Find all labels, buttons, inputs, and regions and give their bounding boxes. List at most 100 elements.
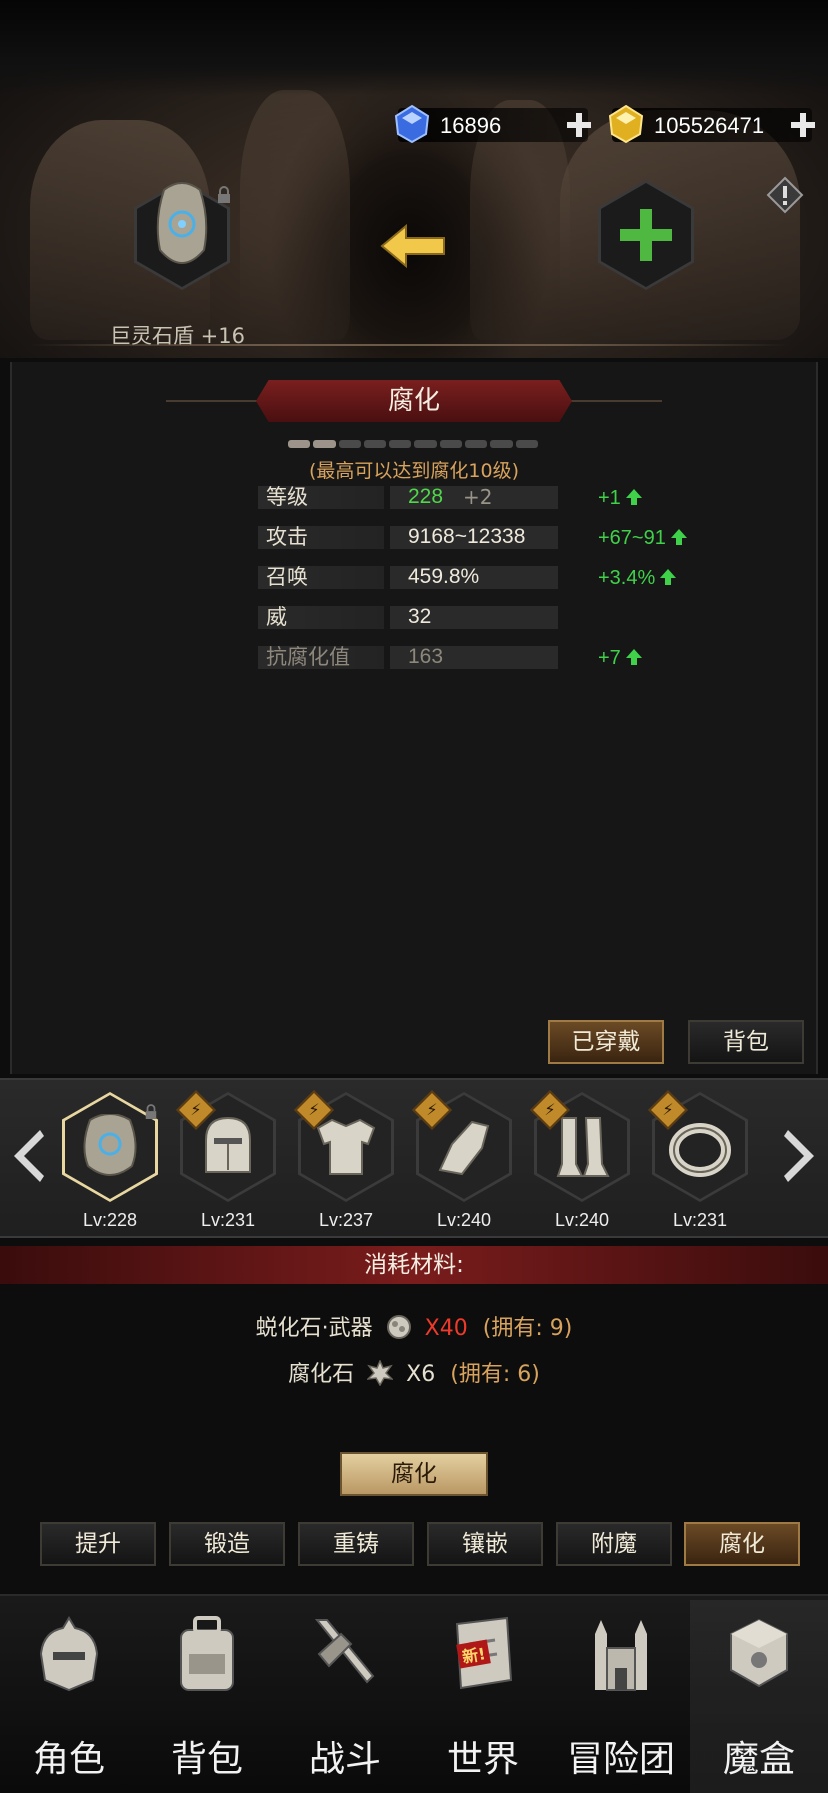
tab-inlay[interactable]: 镶嵌 [427,1522,543,1566]
stat-gain-level: +1 [598,485,643,511]
magic-cube-icon [730,1618,788,1688]
gem-currency: 16896 [394,104,591,144]
chevron-right-icon[interactable] [782,1128,818,1184]
stat-value: 459.8% [408,565,480,588]
nav-world[interactable]: 新! 世界 [414,1600,552,1793]
material-owned: (拥有: 9) [482,1316,573,1341]
equipment-level: Lv:228 [82,1210,138,1230]
nav-battle[interactable]: 战斗 [276,1600,414,1793]
stone-shield-icon [83,1114,137,1176]
selected-item-slot[interactable] [134,180,230,290]
castle-icon [595,1620,647,1691]
material-qty: X40 [424,1316,468,1341]
equipment-slot-shield[interactable] [62,1092,158,1202]
helmet-icon [205,1116,251,1173]
stat-value: 32 [408,605,432,628]
backpack-icon [180,1616,234,1691]
lock-icon [218,186,230,203]
material-row: 腐化石 X6 (拥有: 6) [0,1356,828,1388]
stat-row-level: 等级 228 +2 [258,484,558,510]
material-name: 腐化石 [288,1362,355,1387]
gem-count: 16896 [440,113,502,138]
corruption-stone-icon [367,1360,394,1386]
progress-segment [313,440,336,448]
stat-row-might: 威 32 [258,604,558,630]
bag-button[interactable]: 背包 [688,1020,804,1064]
equipped-button[interactable]: 已穿戴 [548,1020,664,1064]
knight-helmet-icon [39,1616,99,1692]
stat-label: 召唤 [266,565,308,589]
tab-upgrade[interactable]: 提升 [40,1522,156,1566]
progress-segment [363,440,387,448]
nav-label: 背包 [170,1739,243,1780]
material-qty: X6 [406,1362,436,1387]
tab-enchant[interactable]: 附魔 [556,1522,672,1566]
tab-forge[interactable]: 锻造 [169,1522,285,1566]
corrupt-action-button[interactable]: 腐化 [340,1452,488,1496]
equipment-level: Lv:240 [554,1210,610,1230]
nav-backpack[interactable]: 背包 [138,1600,276,1793]
stone-shield-icon [156,182,208,264]
max-level-note: (最高可以达到腐化10级) [308,460,519,482]
arrow-up-icon [660,569,677,585]
nav-magic-box[interactable]: 魔盒 [690,1600,828,1793]
chevron-left-icon[interactable] [10,1128,46,1184]
panel-title: 腐化 [256,380,572,422]
tab-corruption[interactable]: 腐化 [684,1522,800,1566]
gold-gem-icon [608,104,644,144]
divider [562,400,662,402]
stat-gain-corruption-resist: +7 [598,645,643,671]
add-gems-button[interactable] [566,112,592,138]
molt-stone-icon [386,1315,411,1339]
arrow-up-icon [625,649,642,665]
nav-label: 魔盒 [722,1739,795,1780]
material-name: 蜕化石·武器 [255,1316,373,1341]
gold-count: 105526471 [654,113,765,138]
left-arrow-icon [380,223,445,269]
equipment-level: Lv:231 [200,1210,256,1230]
equipment-level: Lv:237 [318,1210,374,1230]
nav-character[interactable]: 角色 [0,1600,138,1793]
crossed-swords-icon [314,1619,375,1684]
stat-gain-summon: +3.4% [598,565,677,591]
progress-segment [389,440,412,448]
progress-segment [465,440,488,448]
stat-value: 9168~12338 [408,525,526,548]
add-gold-button[interactable] [790,112,816,138]
info-icon[interactable] [766,176,804,214]
stat-bonus: +2 [463,485,493,509]
nav-label: 角色 [32,1739,105,1780]
equipment-slot-armor[interactable]: ⚡ [294,1090,394,1202]
equipment-slot-helmet[interactable]: ⚡ [176,1090,276,1202]
ring-icon [669,1123,731,1177]
nav-label: 战斗 [308,1739,381,1780]
equipment-slot-greaves[interactable]: ⚡ [530,1090,630,1202]
stat-value: 163 [408,645,444,668]
progress-segment [515,440,538,448]
add-plus-icon [620,209,672,261]
equipment-slot-ring[interactable]: ⚡ [648,1090,748,1202]
stat-row-attack: 攻击 9168~12338 [258,524,558,550]
status-bar-area [0,0,828,95]
blue-gem-icon [394,104,430,144]
stat-label: 抗腐化值 [266,645,350,669]
stat-label: 威 [266,605,287,629]
stat-gain-attack: +67~91 [598,525,688,551]
equipment-level: Lv:240 [436,1210,492,1230]
stat-label: 攻击 [266,525,308,549]
greaves-icon [556,1117,610,1177]
material-owned: (拥有: 6) [450,1362,540,1387]
nav-adventure-team[interactable]: 冒险团 [552,1600,690,1793]
gold-currency: 105526471 [608,104,815,144]
target-item-slot[interactable] [598,180,694,290]
stat-value: 228 [408,485,444,508]
divider [30,344,790,346]
equipment-slot-gauntlet[interactable]: ⚡ [412,1090,512,1202]
progress-segment [338,440,361,448]
nav-label: 冒险团 [566,1739,675,1780]
progress-segment [288,440,311,448]
equipment-level: Lv:231 [672,1210,728,1230]
tab-reforge[interactable]: 重铸 [298,1522,414,1566]
armor-icon [316,1118,376,1175]
corruption-progress [288,440,538,448]
